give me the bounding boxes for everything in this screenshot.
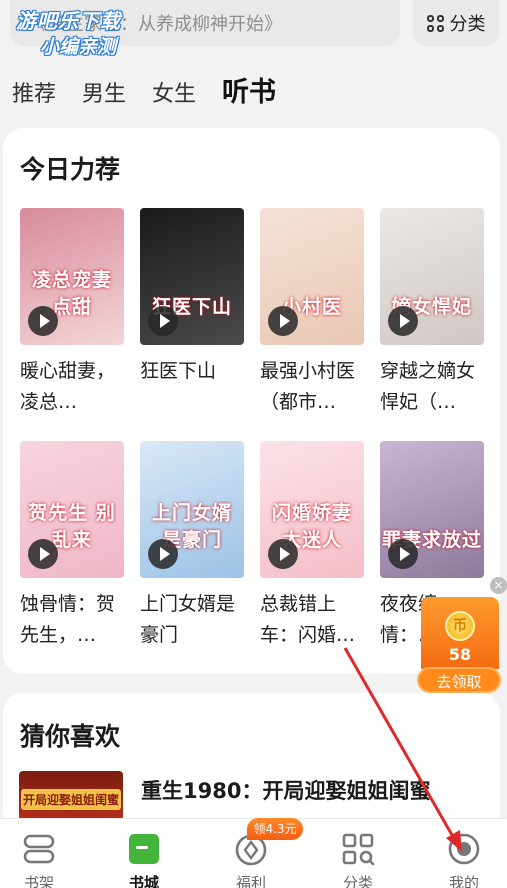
book-cover[interactable]: 上门女婿 是豪门 xyxy=(140,441,244,578)
welfare-badge: 领4.3元 xyxy=(247,818,303,840)
nav-mine[interactable]: 我的 xyxy=(424,819,504,888)
play-icon[interactable] xyxy=(28,306,58,336)
book-title[interactable]: 暖心甜妻，凌总… xyxy=(20,356,124,418)
guess-you-like-card: 猜你喜欢 开局迎娶姐姐闺蜜 重生1980：开局迎娶姐姐闺蜜 xyxy=(3,693,500,833)
cover-title: 开局迎娶姐姐闺蜜 xyxy=(21,789,121,810)
category-grid-icon xyxy=(342,833,375,866)
book-cover[interactable]: 凌总宠妻 点甜 xyxy=(20,208,124,345)
play-icon[interactable] xyxy=(268,306,298,336)
book-cover[interactable]: 闪婚娇妻 太迷人 xyxy=(260,441,364,578)
claim-button[interactable]: 去领取 xyxy=(417,667,501,693)
tab-recommend[interactable]: 推荐 xyxy=(12,76,56,108)
watermark-line-2: 小编亲测 xyxy=(40,36,117,58)
nav-label: 我的 xyxy=(448,874,479,888)
coin-icon: 币 xyxy=(445,611,475,641)
play-icon[interactable] xyxy=(28,539,58,569)
book-title[interactable]: 蚀骨情：贺先生，… xyxy=(20,589,124,651)
nav-label: 分类 xyxy=(342,874,373,888)
play-icon[interactable] xyxy=(388,306,418,336)
book-icon xyxy=(129,834,159,864)
book-cover[interactable]: 小村医 xyxy=(260,208,364,345)
reward-widget[interactable]: 币 58 去领取 xyxy=(417,597,501,695)
category-button-label: 分类 xyxy=(449,14,486,35)
tab-female[interactable]: 女生 xyxy=(152,76,196,108)
category-button[interactable]: 分类 xyxy=(413,0,499,46)
section-title: 猜你喜欢 xyxy=(20,722,121,751)
watermark-line-1: 游吧乐下载 xyxy=(16,9,121,33)
channel-tabs: 推荐 男生 女生 听书 xyxy=(12,70,276,109)
book-item[interactable]: 贺先生 别乱来 蚀骨情：贺先生，… xyxy=(20,441,124,651)
bookshelf-icon xyxy=(23,834,55,864)
book-item[interactable]: 上门女婿 是豪门 上门女婿是豪门 xyxy=(140,441,244,651)
tab-male[interactable]: 男生 xyxy=(82,76,126,108)
section-title: 今日力荐 xyxy=(20,155,121,184)
book-title[interactable]: 最强小村医（都市… xyxy=(260,356,364,418)
book-item[interactable]: 凌总宠妻 点甜 暖心甜妻，凌总… xyxy=(20,208,124,418)
book-title[interactable]: 穿越之嫡女悍妃（… xyxy=(380,356,484,418)
book-title[interactable]: 总裁错上车：闪婚… xyxy=(260,589,364,651)
book-item[interactable]: 小村医 最强小村医（都市… xyxy=(260,208,364,418)
book-cover[interactable]: 嫡女悍妃 xyxy=(380,208,484,345)
nav-label: 书城 xyxy=(128,874,159,888)
today-recommend-card: 今日力荐 凌总宠妻 点甜 暖心甜妻，凌总… 狂医下山 狂医下山 小村医 最强小村… xyxy=(3,128,500,674)
book-title[interactable]: 上门女婿是豪门 xyxy=(140,589,244,651)
book-item[interactable]: 嫡女悍妃 穿越之嫡女悍妃（… xyxy=(380,208,484,418)
book-item[interactable]: 闪婚娇妻 太迷人 总裁错上车：闪婚… xyxy=(260,441,364,651)
book-item[interactable]: 狂医下山 狂医下山 xyxy=(140,208,244,418)
book-cover[interactable]: 狂医下山 xyxy=(140,208,244,345)
play-icon[interactable] xyxy=(148,539,178,569)
nav-label: 福利 xyxy=(235,874,266,888)
grid-icon xyxy=(426,14,444,32)
tab-audiobook[interactable]: 听书 xyxy=(222,70,276,109)
book-title[interactable]: 重生1980：开局迎娶姐姐闺蜜 xyxy=(141,775,430,805)
play-icon[interactable] xyxy=(388,539,418,569)
play-icon[interactable] xyxy=(268,539,298,569)
book-cover[interactable]: 贺先生 别乱来 xyxy=(20,441,124,578)
close-icon[interactable]: × xyxy=(490,577,507,594)
play-icon[interactable] xyxy=(148,306,178,336)
coin-amount: 58 xyxy=(448,645,472,664)
nav-bookstore[interactable]: 书城 xyxy=(104,819,184,888)
watermark-logo: 游吧乐下载 小编亲测 xyxy=(16,8,136,60)
book-title[interactable]: 狂医下山 xyxy=(140,356,244,418)
nav-category[interactable]: 分类 xyxy=(318,819,398,888)
book-cover[interactable]: 罪妻求放过 xyxy=(380,441,484,578)
nav-label: 书架 xyxy=(23,874,54,888)
profile-icon xyxy=(448,833,480,865)
nav-bookshelf[interactable]: 书架 xyxy=(0,819,79,888)
